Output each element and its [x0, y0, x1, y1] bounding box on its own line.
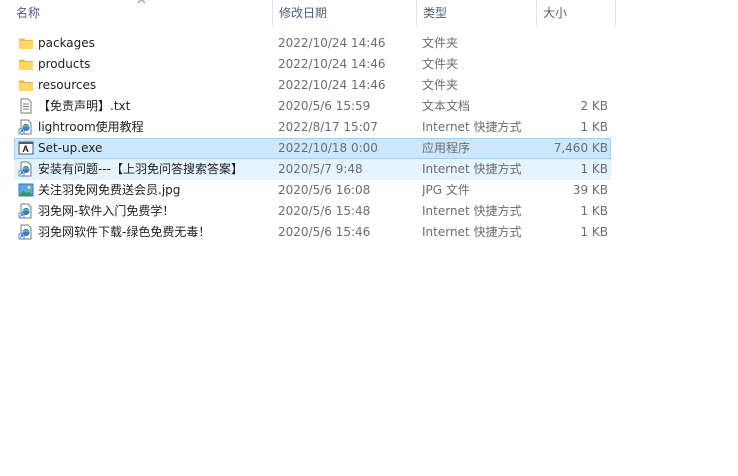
file-row[interactable]: resources 2022/10/24 14:46 文件夹: [14, 75, 611, 96]
column-header-type-label: 类型: [423, 6, 448, 20]
file-row[interactable]: 【免责声明】.txt 2020/5/6 15:59 文本文档 2 KB: [14, 96, 611, 117]
file-size: 1 KB: [580, 120, 608, 134]
file-type: JPG 文件: [422, 183, 470, 197]
file-type: Internet 快捷方式: [422, 120, 522, 134]
file-date: 2022/10/24 14:46: [278, 57, 386, 71]
internet-shortcut-icon: [18, 161, 34, 178]
file-date: 2020/5/7 9:48: [278, 162, 363, 176]
folder-icon: [18, 77, 34, 94]
file-row[interactable]: packages 2022/10/24 14:46 文件夹: [14, 33, 611, 54]
file-row[interactable]: lightroom使用教程 2022/8/17 15:07 Internet 快捷方…: [14, 117, 611, 138]
column-header-type[interactable]: 类型: [416, 0, 536, 26]
adobe-installer-icon: [18, 140, 34, 157]
file-date: 2022/10/18 0:00: [278, 141, 378, 155]
image-file-icon: [18, 182, 34, 199]
file-date: 2020/5/6 15:48: [278, 204, 371, 218]
column-header-bar: 名称 修改日期 类型 大小: [0, 0, 616, 28]
file-date: 2020/5/6 16:08: [278, 183, 371, 197]
internet-shortcut-icon: [18, 119, 34, 136]
file-size: 1 KB: [580, 204, 608, 218]
file-row[interactable]: 安装有问题---【上羽免问答搜索答案】 2020/5/7 9:48 Internet…: [14, 159, 611, 180]
folder-icon: [18, 35, 34, 52]
column-header-date[interactable]: 修改日期: [272, 0, 416, 26]
internet-shortcut-icon: [18, 203, 34, 220]
file-name: products: [38, 57, 91, 71]
file-size: 1 KB: [580, 162, 608, 176]
file-name: 安装有问题---【上羽免问答搜索答案】: [38, 162, 243, 176]
file-size: 7,460 KB: [553, 141, 608, 155]
file-date: 2020/5/6 15:46: [278, 225, 371, 239]
file-type: 应用程序: [422, 141, 471, 155]
column-header-name-label: 名称: [16, 6, 41, 20]
file-type: 文本文档: [422, 99, 471, 113]
file-type: Internet 快捷方式: [422, 225, 522, 239]
file-size: 39 KB: [572, 183, 608, 197]
file-type: 文件夹: [422, 57, 459, 71]
file-name: Set-up.exe: [38, 141, 103, 155]
file-date: 2020/5/6 15:59: [278, 99, 371, 113]
file-row[interactable]: 关注羽免网免费送会员.jpg 2020/5/6 16:08 JPG 文件 39 KB: [14, 180, 611, 201]
file-type: 文件夹: [422, 78, 459, 92]
file-size: [535, 34, 608, 53]
column-header-size-label: 大小: [543, 6, 568, 20]
internet-shortcut-icon: [18, 224, 34, 241]
file-row[interactable]: products 2022/10/24 14:46 文件夹: [14, 54, 611, 75]
file-name: 羽免网-软件入门免费学！: [38, 204, 175, 218]
folder-icon: [18, 56, 34, 73]
file-type: 文件夹: [422, 36, 459, 50]
file-list: packages 2022/10/24 14:46 文件夹 products 2022/…: [14, 33, 611, 243]
file-size: [535, 76, 608, 95]
file-name: 【免责声明】.txt: [38, 99, 131, 113]
file-size: 1 KB: [580, 225, 608, 239]
file-name: resources: [38, 78, 97, 92]
file-size: 2 KB: [580, 99, 608, 113]
file-size: [535, 55, 608, 74]
file-name: lightroom使用教程: [38, 120, 144, 134]
file-type: Internet 快捷方式: [422, 204, 522, 218]
file-type: Internet 快捷方式: [422, 162, 522, 176]
file-row[interactable]: Set-up.exe 2022/10/18 0:00 应用程序 7,460 KB: [14, 138, 611, 159]
file-date: 2022/10/24 14:46: [278, 36, 386, 50]
file-row[interactable]: 羽免网-软件入门免费学！ 2020/5/6 15:48 Internet 快捷方式 1…: [14, 201, 611, 222]
column-header-date-label: 修改日期: [279, 6, 328, 20]
file-name: packages: [38, 36, 95, 50]
file-name: 羽免网软件下载-绿色免费无毒！: [38, 225, 211, 239]
text-file-icon: [18, 98, 34, 115]
file-row[interactable]: 羽免网软件下载-绿色免费无毒！ 2020/5/6 15:46 Internet 快捷…: [14, 222, 611, 243]
sort-ascending-icon: [137, 0, 146, 4]
file-date: 2022/8/17 15:07: [278, 120, 378, 134]
column-header-size[interactable]: 大小: [536, 0, 616, 26]
file-date: 2022/10/24 14:46: [278, 78, 386, 92]
file-name: 关注羽免网免费送会员.jpg: [38, 183, 181, 197]
